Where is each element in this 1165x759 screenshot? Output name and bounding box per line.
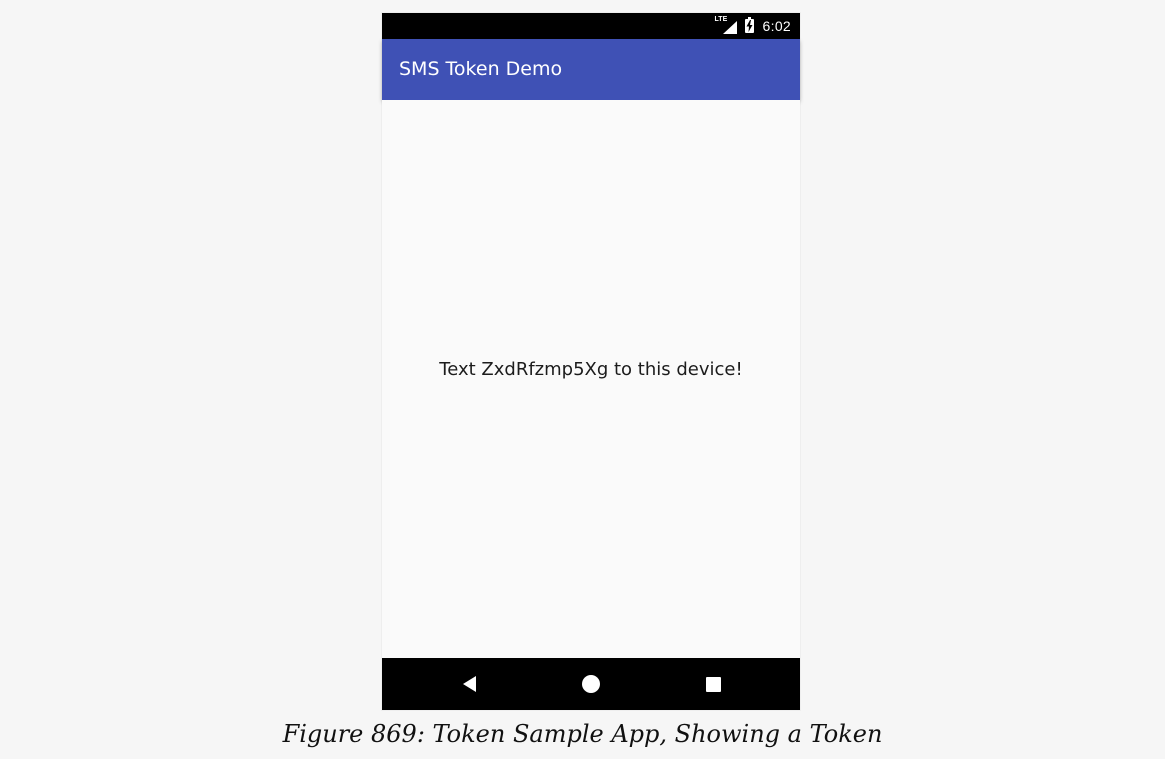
signal-strength-icon — [722, 21, 737, 34]
app-title: SMS Token Demo — [399, 58, 563, 80]
status-bar: LTE 6:02 — [382, 13, 800, 39]
status-time: 6:02 — [762, 18, 791, 34]
recents-icon — [705, 676, 721, 692]
home-button[interactable] — [561, 658, 621, 710]
figure-caption: Figure 869: Token Sample App, Showing a … — [282, 720, 883, 748]
back-button[interactable] — [439, 658, 499, 710]
token-message: Text ZxdRfzmp5Xg to this device! — [439, 359, 743, 380]
android-device-screen: LTE 6:02 SMS Token Demo Text ZxdRfzmp5Xg… — [382, 13, 800, 710]
app-toolbar: SMS Token Demo — [382, 39, 800, 100]
status-icons: LTE 6:02 — [715, 13, 791, 39]
home-icon — [582, 675, 600, 693]
battery-charging-icon — [744, 17, 754, 33]
lte-signal-icon: LTE — [715, 16, 737, 35]
navigation-bar — [382, 658, 800, 710]
charging-bolt-icon — [746, 20, 753, 32]
recents-button[interactable] — [683, 658, 743, 710]
main-content: Text ZxdRfzmp5Xg to this device! — [382, 100, 800, 658]
back-icon — [462, 676, 476, 692]
